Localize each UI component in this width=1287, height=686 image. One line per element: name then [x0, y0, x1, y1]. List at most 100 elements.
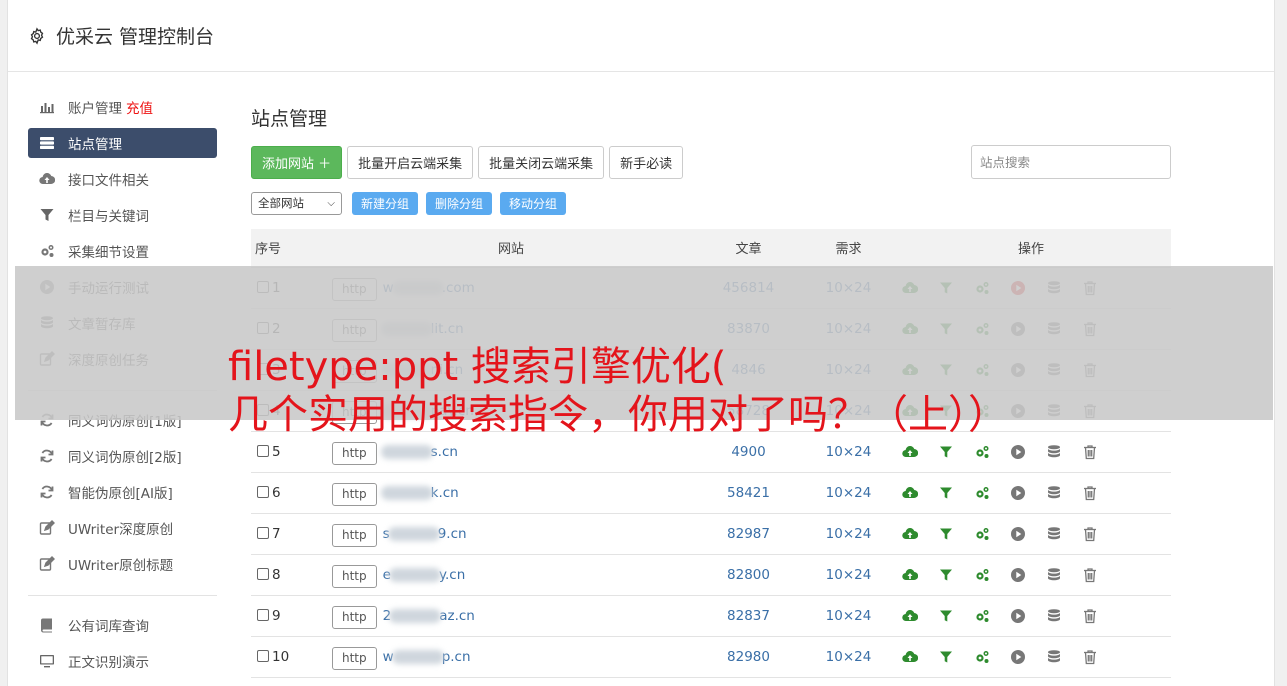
col-header-articles: 文章	[691, 229, 806, 268]
site-link[interactable]: s.cn	[380, 443, 458, 460]
play-icon[interactable]	[1000, 608, 1036, 624]
sidebar-item-label: 接口文件相关	[68, 173, 149, 189]
trash-icon[interactable]	[1072, 485, 1108, 501]
sidebar-item-采集细节设置[interactable]: 采集细节设置	[28, 236, 217, 266]
row-checkbox[interactable]	[257, 649, 269, 662]
delete-group-button[interactable]: 删除分组	[426, 191, 493, 215]
site-link[interactable]: 2 az.cn	[383, 608, 475, 624]
sidebar-item-label: UWriter原创标题	[68, 558, 174, 574]
redacted-mask	[380, 485, 433, 500]
cloud-upload-icon[interactable]	[892, 608, 928, 624]
sidebar-item-栏目与关键词[interactable]: 栏目与关键词	[28, 200, 217, 230]
play-icon[interactable]	[1000, 649, 1036, 665]
play-icon[interactable]	[1000, 444, 1036, 460]
row-checkbox[interactable]	[257, 567, 269, 580]
top-header: 优采云 管理控制台	[8, 0, 1274, 72]
sidebar-item-站点管理[interactable]: 站点管理	[28, 128, 217, 158]
gears-icon[interactable]	[964, 567, 1000, 583]
sidebar-item-label: 站点管理	[68, 137, 122, 153]
sidebar-item-同义词伪原创[2版][interactable]: 同义词伪原创[2版]	[28, 441, 217, 471]
filter-icon[interactable]	[928, 444, 964, 460]
play-icon[interactable]	[1000, 526, 1036, 542]
refresh-icon	[38, 447, 56, 465]
row-checkbox[interactable]	[257, 608, 269, 621]
site-search-input[interactable]	[971, 145, 1171, 179]
sidebar-item-UWriter深度原创[interactable]: UWriter深度原创	[28, 513, 217, 543]
batch-open-cloud-button[interactable]: 批量开启云端采集	[347, 145, 474, 179]
site-suffix: s.cn	[430, 443, 458, 460]
sidebar-item-正文识别演示[interactable]: 正文识别演示	[28, 646, 217, 676]
filter-icon[interactable]	[928, 649, 964, 665]
http-badge: http	[332, 524, 377, 547]
site-link[interactable]: e y.cn	[383, 567, 466, 583]
row-checkbox[interactable]	[257, 485, 269, 498]
sidebar-item-接口文件相关[interactable]: 接口文件相关	[28, 164, 217, 194]
demand-value[interactable]: 10×24	[806, 595, 891, 637]
row-index: 7	[272, 525, 281, 542]
database-icon[interactable]	[1036, 526, 1072, 542]
row-index-cell: 7	[251, 513, 331, 555]
article-count[interactable]: 82980	[691, 636, 806, 678]
article-count[interactable]: 82987	[691, 513, 806, 555]
group-select-value: 全部网站	[258, 196, 304, 210]
trash-icon[interactable]	[1072, 567, 1108, 583]
cloud-upload-icon[interactable]	[892, 444, 928, 460]
trash-icon[interactable]	[1072, 649, 1108, 665]
demand-value[interactable]: 10×24	[806, 513, 891, 555]
gear-icon	[30, 26, 44, 45]
add-site-button[interactable]: 添加网站 ＋	[251, 145, 343, 179]
recharge-link[interactable]: 充值	[126, 97, 153, 117]
article-count[interactable]: 58421	[691, 472, 806, 514]
sidebar-item-公有词库查询[interactable]: 公有词库查询	[28, 610, 217, 640]
cloud-upload-icon[interactable]	[892, 567, 928, 583]
database-icon[interactable]	[1036, 444, 1072, 460]
demand-value[interactable]: 10×24	[806, 472, 891, 514]
database-icon[interactable]	[1036, 485, 1072, 501]
article-count[interactable]: 82837	[691, 595, 806, 637]
filter-icon[interactable]	[928, 526, 964, 542]
demand-value[interactable]: 10×24	[806, 554, 891, 596]
gears-icon[interactable]	[964, 608, 1000, 624]
sidebar-item-UWriter原创标题[interactable]: UWriter原创标题	[28, 549, 217, 579]
database-icon[interactable]	[1036, 608, 1072, 624]
gears-icon[interactable]	[964, 485, 1000, 501]
play-icon[interactable]	[1000, 485, 1036, 501]
trash-icon[interactable]	[1072, 608, 1108, 624]
sidebar-item-账户管理[interactable]: 账户管理 充值	[28, 92, 217, 122]
article-count[interactable]: 82800	[691, 554, 806, 596]
gears-icon[interactable]	[964, 526, 1000, 542]
filter-icon[interactable]	[928, 485, 964, 501]
gears-icon[interactable]	[964, 649, 1000, 665]
newbie-guide-button[interactable]: 新手必读	[609, 145, 684, 179]
new-group-button[interactable]: 新建分组	[352, 191, 419, 215]
gears-icon[interactable]	[964, 444, 1000, 460]
trash-icon[interactable]	[1072, 526, 1108, 542]
row-checkbox[interactable]	[257, 526, 269, 539]
sidebar-item-label: 公有词库查询	[68, 619, 149, 635]
row-actions	[892, 608, 1170, 624]
database-icon[interactable]	[1036, 567, 1072, 583]
table-header-row: 序号 网站 文章 需求 操作	[251, 229, 1171, 268]
table-row: 10 http w p.cn 82980 10×24	[251, 636, 1171, 678]
actions-cell	[891, 472, 1171, 514]
cloud-upload-icon[interactable]	[892, 526, 928, 542]
row-checkbox[interactable]	[257, 444, 269, 457]
edit-icon	[38, 555, 56, 573]
sidebar-item-智能伪原创[AI版][interactable]: 智能伪原创[AI版]	[28, 477, 217, 507]
play-icon[interactable]	[1000, 567, 1036, 583]
filter-icon[interactable]	[928, 567, 964, 583]
bar-chart-icon	[38, 98, 56, 116]
group-select[interactable]: 全部网站 ⌵	[251, 191, 342, 215]
trash-icon[interactable]	[1072, 444, 1108, 460]
site-link[interactable]: k.cn	[380, 485, 459, 501]
filter-icon[interactable]	[928, 608, 964, 624]
move-group-button[interactable]: 移动分组	[500, 191, 567, 215]
cloud-upload-icon[interactable]	[892, 649, 928, 665]
sidebar-item-label: UWriter深度原创	[68, 522, 174, 538]
database-icon[interactable]	[1036, 649, 1072, 665]
cloud-upload-icon[interactable]	[892, 485, 928, 501]
site-link[interactable]: s 9.cn	[383, 526, 467, 542]
demand-value[interactable]: 10×24	[806, 636, 891, 678]
batch-close-cloud-button[interactable]: 批量关闭云端采集	[478, 145, 605, 179]
site-link[interactable]: w p.cn	[383, 649, 471, 665]
